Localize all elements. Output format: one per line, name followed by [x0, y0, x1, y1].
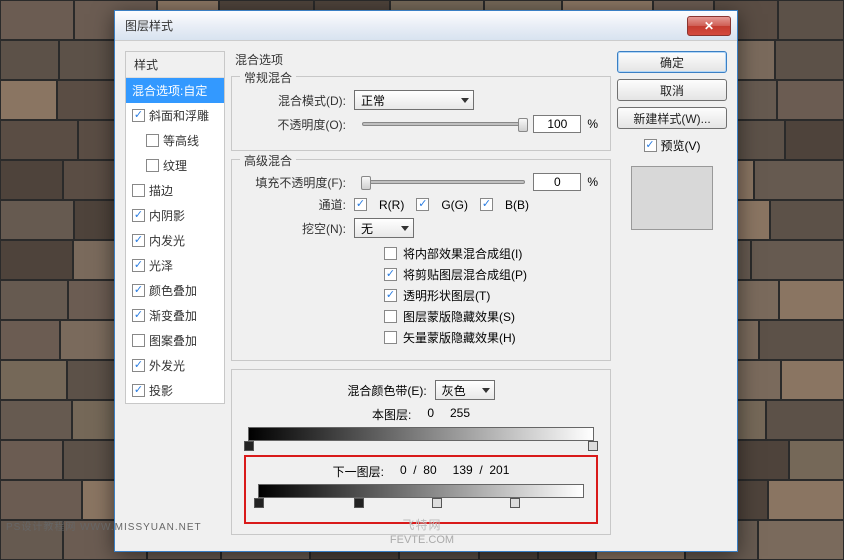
cancel-button[interactable]: 取消	[617, 79, 727, 101]
right-panel: 确定 取消 新建样式(W)... 预览(V)	[617, 51, 727, 535]
watermark: 飞特网	[402, 516, 441, 533]
style-item[interactable]: 光泽	[126, 253, 224, 278]
watermark-left: PS设计教程网 WWW.MISSYUAN.NET	[6, 518, 202, 533]
style-item-label: 描边	[149, 182, 173, 199]
opacity-input[interactable]	[533, 115, 581, 133]
style-checkbox[interactable]	[132, 259, 145, 272]
under-black-stop-a[interactable]	[254, 498, 264, 508]
style-item[interactable]: 图案叠加	[126, 328, 224, 353]
style-item-label: 内发光	[149, 232, 185, 249]
style-item[interactable]: 描边	[126, 178, 224, 203]
channel-b-checkbox[interactable]	[480, 198, 493, 211]
channel-g-checkbox[interactable]	[416, 198, 429, 211]
chk-inner-effects[interactable]	[384, 247, 397, 260]
style-checkbox[interactable]	[132, 334, 145, 347]
blend-if-group: 混合颜色带(E): 灰色 本图层: 0 255 下一图层: 0 / 80	[231, 369, 611, 535]
style-item-label: 外发光	[149, 357, 185, 374]
style-item-label: 纹理	[163, 157, 187, 174]
style-item-label: 颜色叠加	[149, 282, 197, 299]
under-white-stop-b[interactable]	[510, 498, 520, 508]
blend-if-dropdown[interactable]: 灰色	[435, 380, 495, 400]
style-item[interactable]: 投影	[126, 378, 224, 403]
under-layer-label: 下一图层:	[333, 463, 384, 480]
watermark-sub: FEVTE.COM	[390, 534, 454, 546]
under-layer-gradient[interactable]	[258, 484, 584, 498]
style-item[interactable]: 等高线	[126, 128, 224, 153]
fill-opacity-slider[interactable]	[362, 180, 525, 184]
style-checkbox[interactable]	[132, 209, 145, 222]
this-layer-black-stop[interactable]	[244, 441, 254, 451]
center-panel: 混合选项 常规混合 混合模式(D): 正常 不透明度(O): % 高级混合 填充…	[231, 51, 611, 535]
style-item[interactable]: 外发光	[126, 353, 224, 378]
dialog-title: 图层样式	[125, 17, 173, 34]
this-layer-white-stop[interactable]	[588, 441, 598, 451]
highlighted-underlying-layer: 下一图层: 0 / 80 139 / 201	[244, 455, 598, 524]
styles-panel: 样式 混合选项:自定 斜面和浮雕等高线纹理描边内阴影内发光光泽颜色叠加渐变叠加图…	[125, 51, 225, 535]
style-checkbox[interactable]	[132, 184, 145, 197]
style-checkbox[interactable]	[132, 384, 145, 397]
style-item-label: 渐变叠加	[149, 307, 197, 324]
knockout-label: 挖空(N):	[244, 220, 354, 237]
opacity-slider[interactable]	[362, 122, 525, 126]
channels-label: 通道:	[244, 196, 354, 213]
opacity-pct: %	[587, 117, 598, 131]
blend-if-label: 混合颜色带(E):	[347, 382, 426, 399]
this-layer-low: 0	[427, 406, 434, 423]
this-layer-label: 本图层:	[372, 406, 411, 423]
chk-transparency-shapes[interactable]	[384, 289, 397, 302]
fill-opacity-input[interactable]	[533, 173, 581, 191]
knockout-dropdown[interactable]: 无	[354, 218, 414, 238]
style-item-label: 投影	[149, 382, 173, 399]
style-item-label: 内阴影	[149, 207, 185, 224]
style-item[interactable]: 内发光	[126, 228, 224, 253]
chk-vector-mask-hides[interactable]	[384, 331, 397, 344]
chk-layer-mask-hides[interactable]	[384, 310, 397, 323]
titlebar[interactable]: 图层样式 ✕	[115, 11, 737, 41]
style-item[interactable]: 斜面和浮雕	[126, 103, 224, 128]
style-checkbox[interactable]	[146, 159, 159, 172]
under-white-stop-a[interactable]	[432, 498, 442, 508]
style-checkbox[interactable]	[132, 359, 145, 372]
style-item[interactable]: 纹理	[126, 153, 224, 178]
normal-blend-group: 常规混合 混合模式(D): 正常 不透明度(O): %	[231, 76, 611, 151]
this-layer-gradient[interactable]	[248, 427, 594, 441]
preview-checkbox[interactable]	[644, 139, 657, 152]
preview-swatch	[631, 166, 713, 230]
new-style-button[interactable]: 新建样式(W)...	[617, 107, 727, 129]
advanced-blend-group: 高级混合 填充不透明度(F): % 通道: R(R) G(G) B(B)	[231, 159, 611, 361]
style-item-label: 图案叠加	[149, 332, 197, 349]
style-checkbox[interactable]	[146, 134, 159, 147]
chk-clipped-layers[interactable]	[384, 268, 397, 281]
ok-button[interactable]: 确定	[617, 51, 727, 73]
layer-style-dialog: 图层样式 ✕ 样式 混合选项:自定 斜面和浮雕等高线纹理描边内阴影内发光光泽颜色…	[114, 10, 738, 552]
style-item-label: 等高线	[163, 132, 199, 149]
style-item[interactable]: 颜色叠加	[126, 278, 224, 303]
this-layer-high: 255	[450, 406, 470, 423]
style-checkbox[interactable]	[132, 109, 145, 122]
style-checkbox[interactable]	[132, 234, 145, 247]
normal-blend-legend: 常规混合	[240, 69, 296, 86]
style-checkbox[interactable]	[132, 284, 145, 297]
blend-mode-label: 混合模式(D):	[244, 92, 354, 109]
style-item[interactable]: 渐变叠加	[126, 303, 224, 328]
advanced-blend-legend: 高级混合	[240, 152, 296, 169]
blend-mode-dropdown[interactable]: 正常	[354, 90, 474, 110]
channel-r-checkbox[interactable]	[354, 198, 367, 211]
under-black-stop-b[interactable]	[354, 498, 364, 508]
style-item[interactable]: 内阴影	[126, 203, 224, 228]
style-blending-options[interactable]: 混合选项:自定	[126, 78, 224, 103]
styles-list: 混合选项:自定 斜面和浮雕等高线纹理描边内阴影内发光光泽颜色叠加渐变叠加图案叠加…	[126, 78, 224, 403]
fill-opacity-label: 填充不透明度(F):	[244, 174, 354, 191]
close-button[interactable]: ✕	[687, 16, 731, 36]
close-icon: ✕	[704, 19, 714, 33]
preview-label: 预览(V)	[661, 137, 701, 154]
styles-header: 样式	[126, 52, 224, 78]
style-item-label: 光泽	[149, 257, 173, 274]
section-title: 混合选项	[231, 51, 611, 68]
style-checkbox[interactable]	[132, 309, 145, 322]
style-item-label: 斜面和浮雕	[149, 107, 209, 124]
opacity-label: 不透明度(O):	[244, 116, 354, 133]
